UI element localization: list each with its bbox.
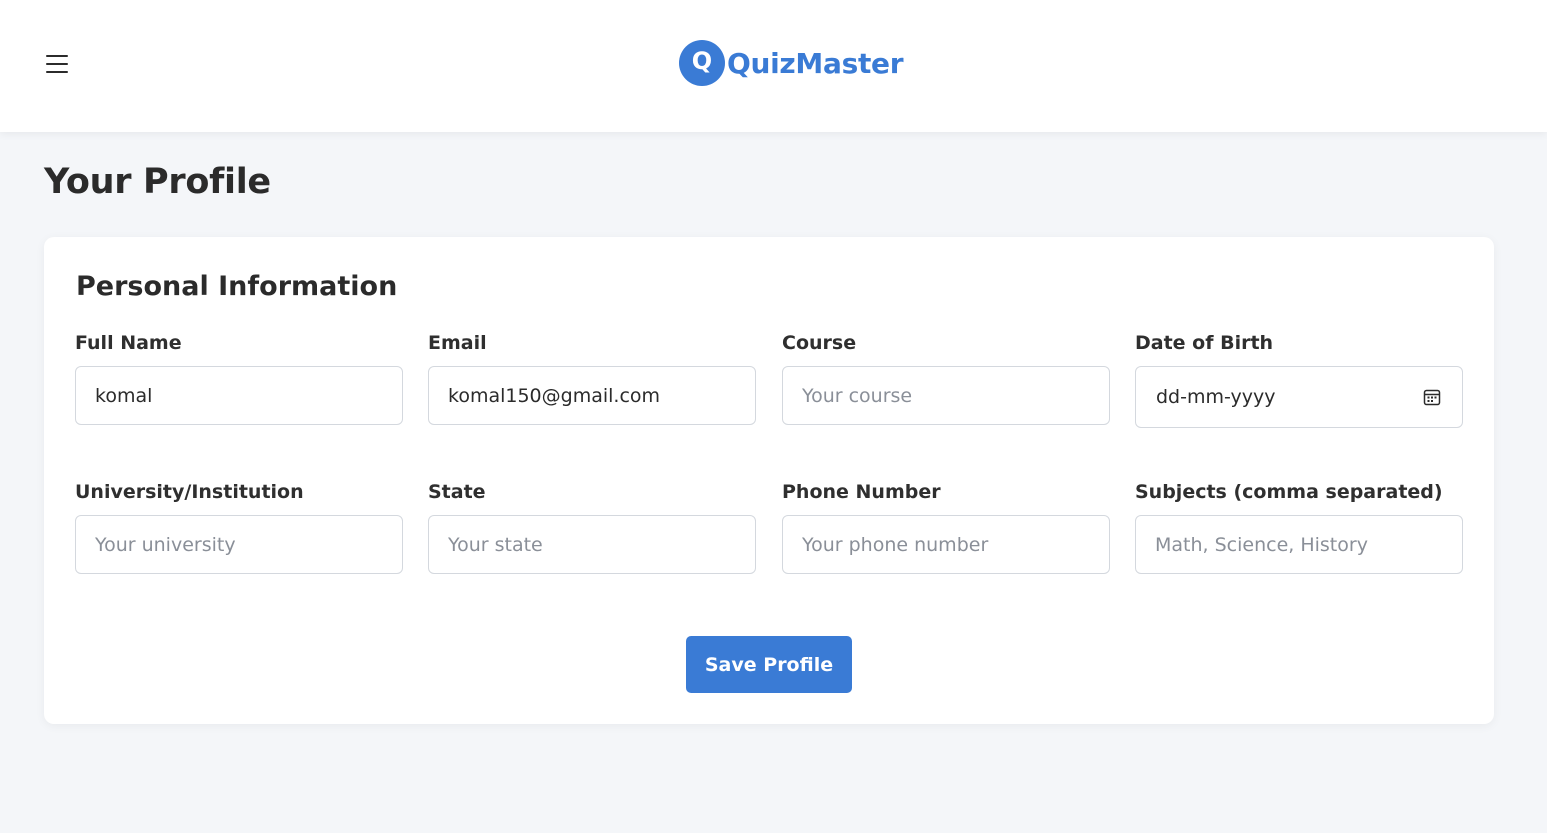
phone-number-label: Phone Number: [782, 481, 941, 503]
university-label: University/Institution: [75, 481, 304, 503]
menu-bar: [46, 71, 68, 73]
page-title: Your Profile: [44, 162, 271, 202]
hamburger-menu-icon[interactable]: [44, 50, 72, 80]
app-name: QuizMaster: [727, 46, 904, 80]
state-input[interactable]: [428, 515, 756, 574]
save-profile-button[interactable]: Save Profile: [686, 636, 852, 693]
state-label: State: [428, 481, 486, 503]
logo-q-icon: Q: [679, 40, 725, 86]
date-of-birth-input[interactable]: dd-mm-yyyy: [1135, 366, 1463, 428]
course-label: Course: [782, 332, 857, 354]
section-title: Personal Information: [76, 271, 398, 302]
profile-card: Personal Information Full Name Email Cou…: [44, 237, 1494, 724]
email-label: Email: [428, 332, 487, 354]
menu-bar: [46, 55, 68, 57]
app-logo[interactable]: Q QuizMaster: [679, 40, 904, 86]
date-of-birth-label: Date of Birth: [1135, 332, 1274, 354]
phone-number-input[interactable]: [782, 515, 1110, 574]
university-input[interactable]: [75, 515, 403, 574]
date-of-birth-value: dd-mm-yyyy: [1156, 386, 1276, 408]
menu-bar: [46, 63, 68, 65]
subjects-input[interactable]: [1135, 515, 1463, 574]
full-name-label: Full Name: [75, 332, 182, 354]
top-header: Q QuizMaster: [0, 0, 1547, 132]
full-name-input[interactable]: [75, 366, 403, 425]
email-input[interactable]: [428, 366, 756, 425]
calendar-icon[interactable]: [1422, 387, 1442, 407]
course-input[interactable]: [782, 366, 1110, 425]
subjects-label: Subjects (comma separated): [1135, 481, 1443, 503]
